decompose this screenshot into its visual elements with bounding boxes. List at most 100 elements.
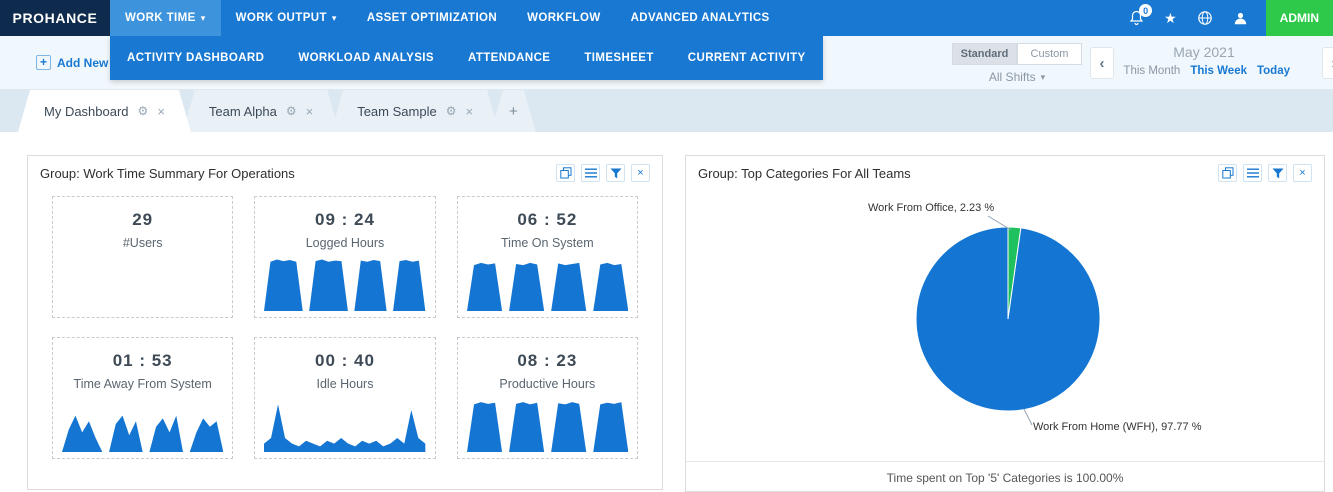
this-week-link[interactable]: This Week	[1190, 65, 1247, 77]
sparkline-chart	[264, 404, 426, 452]
today-link[interactable]: Today	[1257, 65, 1290, 77]
dashboard-tabbar: My Dashboard ⚙ × Team Alpha ⚙ × Team Sam…	[0, 90, 1333, 132]
sparkline-chart	[466, 262, 628, 311]
metric-tile-idle-hours: 00 : 40 Idle Hours	[254, 337, 436, 459]
submenu-activity-dashboard[interactable]: ACTIVITY DASHBOARD	[110, 36, 281, 80]
panel-actions: ×	[556, 164, 650, 182]
nav-advanced-analytics[interactable]: ADVANCED ANALYTICS	[616, 0, 785, 36]
nav-asset-optimization-label: ASSET OPTIMIZATION	[366, 12, 498, 24]
clone-widget-icon[interactable]	[1218, 164, 1237, 182]
metric-value: 06 : 52	[517, 210, 578, 229]
metric-label: Productive Hours	[499, 377, 596, 391]
tab-close-icon[interactable]: ×	[465, 104, 473, 119]
metric-tile-logged-hours: 09 : 24 Logged Hours	[254, 196, 436, 318]
favorites-star-icon[interactable]: ★	[1164, 11, 1177, 25]
submenu-current-activity[interactable]: CURRENT ACTIVITY	[671, 36, 823, 80]
nav-work-output-label: WORK OUTPUT	[235, 12, 327, 24]
plus-icon: +	[36, 55, 51, 70]
prohance-logo[interactable]: PROHANCE	[0, 0, 110, 36]
add-dashboard-tab-button[interactable]: +	[491, 90, 536, 132]
tab-my-dashboard[interactable]: My Dashboard ⚙ ×	[18, 90, 191, 132]
view-mode-toggle: Standard Custom	[952, 43, 1082, 65]
top-categories-panel: Group: Top Categories For All Teams × Wo…	[685, 155, 1325, 492]
metric-tile-time-on-system: 06 : 52 Time On System	[456, 196, 638, 318]
panel-title: Group: Work Time Summary For Operations	[40, 165, 295, 181]
filter-icon[interactable]	[1268, 164, 1287, 182]
prev-period-button[interactable]: ‹	[1090, 47, 1114, 79]
menu-icon[interactable]	[1243, 164, 1262, 182]
tab-settings-gear-icon[interactable]: ⚙	[446, 104, 457, 118]
top-navbar: PROHANCE WORK TIME ▾ WORK OUTPUT ▾ ASSET…	[0, 0, 1333, 36]
funnel-icon	[610, 168, 621, 178]
sparkline-chart	[466, 402, 628, 452]
tab-label: My Dashboard	[44, 103, 129, 119]
user-profile-icon[interactable]	[1233, 11, 1248, 26]
filter-icon[interactable]	[606, 164, 625, 182]
period-quick-links: This Month This Week Today	[1118, 65, 1290, 77]
star-icon: ★	[1164, 10, 1177, 26]
hamburger-icon	[584, 168, 597, 178]
close-widget-icon[interactable]: ×	[1293, 164, 1312, 182]
clone-icon	[1221, 167, 1233, 179]
pie-summary-text: Time spent on Top '5' Categories is 100.…	[686, 461, 1324, 492]
metric-value: 09 : 24	[315, 210, 375, 229]
submenu-attendance[interactable]: ATTENDANCE	[451, 36, 567, 80]
panel-header: Group: Top Categories For All Teams ×	[686, 156, 1324, 190]
all-shifts-dropdown[interactable]: All Shifts ▾	[952, 70, 1082, 84]
period-selector: May 2021 This Month This Week Today	[1118, 44, 1290, 77]
panel-title: Group: Top Categories For All Teams	[698, 165, 911, 181]
notifications-bell-icon[interactable]: 0	[1129, 4, 1153, 26]
chevron-left-icon: ‹	[1099, 54, 1105, 72]
main-nav: WORK TIME ▾ WORK OUTPUT ▾ ASSET OPTIMIZA…	[110, 0, 785, 36]
notification-count-badge: 0	[1139, 4, 1153, 17]
nav-advanced-analytics-label: ADVANCED ANALYTICS	[630, 12, 770, 24]
standard-view-button[interactable]: Standard	[952, 43, 1017, 65]
globe-icon	[1197, 11, 1212, 25]
tab-team-sample[interactable]: Team Sample ⚙ ×	[331, 90, 499, 132]
nav-work-time[interactable]: WORK TIME ▾	[110, 0, 221, 36]
close-widget-icon[interactable]: ×	[631, 164, 650, 182]
metric-tile-grid: 29 #Users 09 : 24 Logged Hours 06 : 52 T…	[28, 190, 662, 465]
view-filter-group: Standard Custom All Shifts ▾	[952, 43, 1082, 84]
clone-widget-icon[interactable]	[556, 164, 575, 182]
nav-work-time-label: WORK TIME	[125, 12, 196, 24]
pie-chart-area: Work From Office, 2.23 % Work From Home …	[686, 190, 1324, 461]
this-month-link[interactable]: This Month	[1123, 65, 1180, 77]
tab-team-alpha[interactable]: Team Alpha ⚙ ×	[183, 90, 339, 132]
pie-label-work-from-home: Work From Home (WFH), 97.77 %	[1033, 421, 1202, 433]
submenu-timesheet[interactable]: TIMESHEET	[567, 36, 670, 80]
metric-label: Time On System	[501, 236, 594, 250]
clone-icon	[559, 167, 571, 179]
sparkline-chart	[264, 259, 426, 311]
metric-tile-time-away: 01 : 53 Time Away From System	[52, 337, 234, 459]
panel-actions: ×	[1218, 164, 1312, 182]
tab-settings-gear-icon[interactable]: ⚙	[286, 104, 297, 118]
next-period-button[interactable]: ›	[1322, 47, 1333, 79]
metric-label: #Users	[122, 236, 163, 250]
metric-label: Time Away From System	[73, 377, 212, 391]
nav-workflow[interactable]: WORKFLOW	[512, 0, 615, 36]
submenu-workload-analysis[interactable]: WORKLOAD ANALYSIS	[281, 36, 451, 80]
metric-value: 08 : 23	[517, 351, 578, 370]
tab-label: Team Sample	[357, 103, 437, 119]
pie-label-work-from-office: Work From Office, 2.23 %	[868, 202, 995, 214]
metric-tile-users: 29 #Users	[52, 196, 234, 318]
navbar-utilities: 0 ★	[1129, 0, 1266, 36]
prohance-dashboard: PROHANCE WORK TIME ▾ WORK OUTPUT ▾ ASSET…	[0, 0, 1333, 492]
panel-header: Group: Work Time Summary For Operations	[28, 156, 662, 190]
tab-close-icon[interactable]: ×	[157, 104, 165, 119]
tab-label: Team Alpha	[208, 103, 277, 119]
period-label: May 2021	[1173, 44, 1235, 60]
metric-value: 00 : 40	[315, 351, 375, 370]
support-globe-icon[interactable]	[1197, 10, 1213, 26]
chevron-down-icon: ▾	[1040, 71, 1046, 82]
metric-value: 29	[132, 210, 154, 229]
tab-settings-gear-icon[interactable]: ⚙	[138, 104, 149, 118]
plus-icon: +	[509, 102, 518, 120]
admin-menu-button[interactable]: ADMIN	[1265, 0, 1333, 36]
nav-asset-optimization[interactable]: ASSET OPTIMIZATION	[352, 0, 512, 36]
menu-icon[interactable]	[581, 164, 600, 182]
nav-work-output[interactable]: WORK OUTPUT ▾	[221, 0, 352, 36]
tab-close-icon[interactable]: ×	[306, 104, 314, 119]
custom-view-button[interactable]: Custom	[1017, 43, 1082, 65]
